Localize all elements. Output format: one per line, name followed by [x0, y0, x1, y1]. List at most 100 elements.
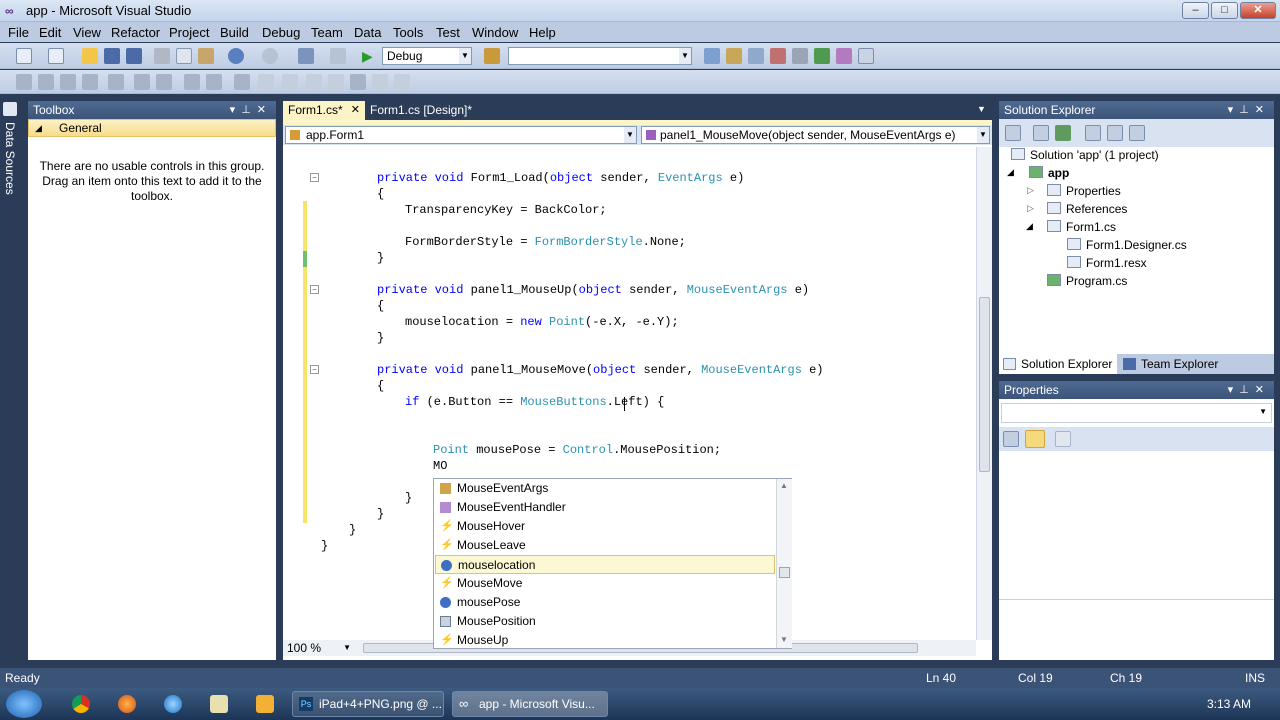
close-button[interactable]: ✕ [1240, 2, 1276, 19]
find-combo[interactable]: ▼ [508, 47, 692, 65]
properties-icon[interactable] [1005, 125, 1021, 141]
decrease-indent-icon[interactable] [108, 74, 124, 90]
open-file-icon[interactable] [82, 48, 98, 64]
toolbar-options-icon[interactable] [394, 74, 410, 90]
panel-buttons[interactable]: ▾⊥✕ [230, 101, 272, 119]
tree-solution[interactable]: Solution 'app' (1 project) [1030, 148, 1159, 162]
members-dropdown[interactable]: panel1_MouseMove(object sender, MouseEve… [641, 126, 990, 144]
increase-indent-icon[interactable] [134, 74, 150, 90]
expanded-triangle-icon[interactable]: ◢ [1026, 221, 1033, 232]
close-icon[interactable]: ✕ [351, 101, 360, 120]
tab-solution-explorer[interactable]: Solution Explorer [999, 354, 1117, 374]
taskbar-visual-studio[interactable]: ∞ app - Microsoft Visu... [452, 691, 608, 717]
start-debugging-icon[interactable]: ▶ [362, 48, 378, 64]
zoom-select[interactable]: 100 % ▼ [283, 640, 359, 656]
toggle-bookmark-icon[interactable] [206, 74, 222, 90]
scroll-up-icon[interactable]: ▲ [780, 481, 788, 490]
find-in-files-icon[interactable] [484, 48, 500, 64]
view-code-icon[interactable] [1085, 125, 1101, 141]
panel-buttons[interactable]: ▾⊥✕ [1228, 381, 1270, 399]
properties-window-icon[interactable] [726, 48, 742, 64]
bookmark-folder-next-icon[interactable] [306, 74, 322, 90]
file-explorer-icon[interactable] [210, 695, 228, 713]
menu-test[interactable]: Test [436, 25, 460, 40]
chrome-icon[interactable] [72, 695, 90, 713]
tree-form1[interactable]: Form1.cs [1066, 220, 1116, 234]
toolbox-group-general[interactable]: ◢ General [28, 119, 276, 137]
start-button[interactable] [6, 690, 42, 718]
bookmark-document-previous-icon[interactable] [328, 74, 344, 90]
alphabetical-icon[interactable] [1025, 430, 1045, 448]
view-designer-icon[interactable] [1107, 125, 1123, 141]
comment-lines-icon[interactable] [156, 74, 172, 90]
collapse-icon[interactable]: − [310, 285, 319, 294]
object-browser-icon[interactable] [748, 48, 764, 64]
completion-item[interactable]: ⚡ MouseLeave [435, 536, 775, 555]
completion-item[interactable]: ⚡ MouseHover [435, 517, 775, 536]
tree-form1-resx[interactable]: Form1.resx [1086, 256, 1147, 270]
tree-references[interactable]: References [1066, 202, 1127, 216]
panel-buttons[interactable]: ▾⊥✕ [1228, 101, 1270, 119]
menu-tools[interactable]: Tools [393, 25, 423, 40]
completion-item[interactable]: MousePosition [435, 612, 775, 631]
completion-item[interactable]: ⚡ MouseMove [435, 574, 775, 593]
tree-properties[interactable]: Properties [1066, 184, 1121, 198]
intellisense-scrollbar[interactable]: ▲ ▼ [776, 479, 792, 648]
internet-explorer-icon[interactable] [164, 695, 182, 713]
undo-icon[interactable] [228, 48, 244, 64]
navigate-backward-icon[interactable] [298, 48, 314, 64]
tree-project-app[interactable]: app [1048, 166, 1069, 180]
bookmark-next-icon[interactable] [258, 74, 274, 90]
scroll-down-icon[interactable]: ▼ [780, 635, 788, 644]
command-window-icon[interactable] [858, 48, 874, 64]
display-quick-info-icon[interactable] [60, 74, 76, 90]
scroll-thumb[interactable] [779, 567, 790, 578]
types-dropdown[interactable]: app.Form1 ▼ [285, 126, 637, 144]
menu-help[interactable]: Help [529, 25, 556, 40]
collapsed-triangle-icon[interactable]: ▷ [1027, 185, 1034, 196]
menu-refactor[interactable]: Refactor [111, 25, 160, 40]
cut-icon[interactable] [154, 48, 170, 64]
tree-form1-designer[interactable]: Form1.Designer.cs [1086, 238, 1187, 252]
menu-view[interactable]: View [73, 25, 101, 40]
add-item-icon[interactable] [48, 48, 64, 64]
categorized-icon[interactable] [1003, 431, 1019, 447]
copy-icon[interactable] [176, 48, 192, 64]
menu-file[interactable]: File [8, 25, 29, 40]
refresh-icon[interactable] [1055, 125, 1071, 141]
tab-list-chevron-icon[interactable]: ▼ [977, 104, 986, 114]
menu-debug[interactable]: Debug [262, 25, 300, 40]
view-class-diagram-icon[interactable] [1129, 125, 1145, 141]
completion-item[interactable]: MouseEventArgs [435, 479, 775, 498]
menu-data[interactable]: Data [354, 25, 381, 40]
taskbar-photoshop[interactable]: Ps iPad+4+PNG.png @ ... [292, 691, 444, 717]
display-word-completion-icon[interactable] [82, 74, 98, 90]
media-player-icon[interactable] [256, 695, 274, 713]
editor-vertical-scrollbar[interactable] [976, 147, 992, 640]
menu-build[interactable]: Build [220, 25, 249, 40]
bookmark-previous-icon[interactable] [234, 74, 250, 90]
display-object-member-list-icon[interactable] [16, 74, 32, 90]
firefox-icon[interactable] [118, 695, 136, 713]
menu-project[interactable]: Project [169, 25, 209, 40]
data-sources-side-tab[interactable]: Data Sources [0, 98, 22, 660]
new-project-icon[interactable] [16, 48, 32, 64]
solution-configuration-select[interactable]: Debug ▼ [382, 47, 472, 65]
navigate-forward-icon[interactable] [330, 48, 346, 64]
save-icon[interactable] [104, 48, 120, 64]
collapse-icon[interactable]: − [310, 173, 319, 182]
tools-icon[interactable] [792, 48, 808, 64]
collapse-icon[interactable]: − [310, 365, 319, 374]
property-pages-icon[interactable] [1055, 431, 1071, 447]
collapsed-triangle-icon[interactable]: ▷ [1027, 203, 1034, 214]
save-all-icon[interactable] [126, 48, 142, 64]
start-page-icon[interactable] [814, 48, 830, 64]
redo-icon[interactable] [262, 48, 278, 64]
expanded-triangle-icon[interactable]: ◢ [1007, 167, 1014, 178]
bookmark-folder-previous-icon[interactable] [282, 74, 298, 90]
completion-item[interactable]: MouseEventHandler [435, 498, 775, 517]
completion-item-selected[interactable]: mouselocation [435, 555, 775, 574]
uncomment-lines-icon[interactable] [184, 74, 200, 90]
minimize-button[interactable]: – [1182, 2, 1209, 19]
tab-form1-cs[interactable]: Form1.cs* ✕ [283, 101, 365, 120]
